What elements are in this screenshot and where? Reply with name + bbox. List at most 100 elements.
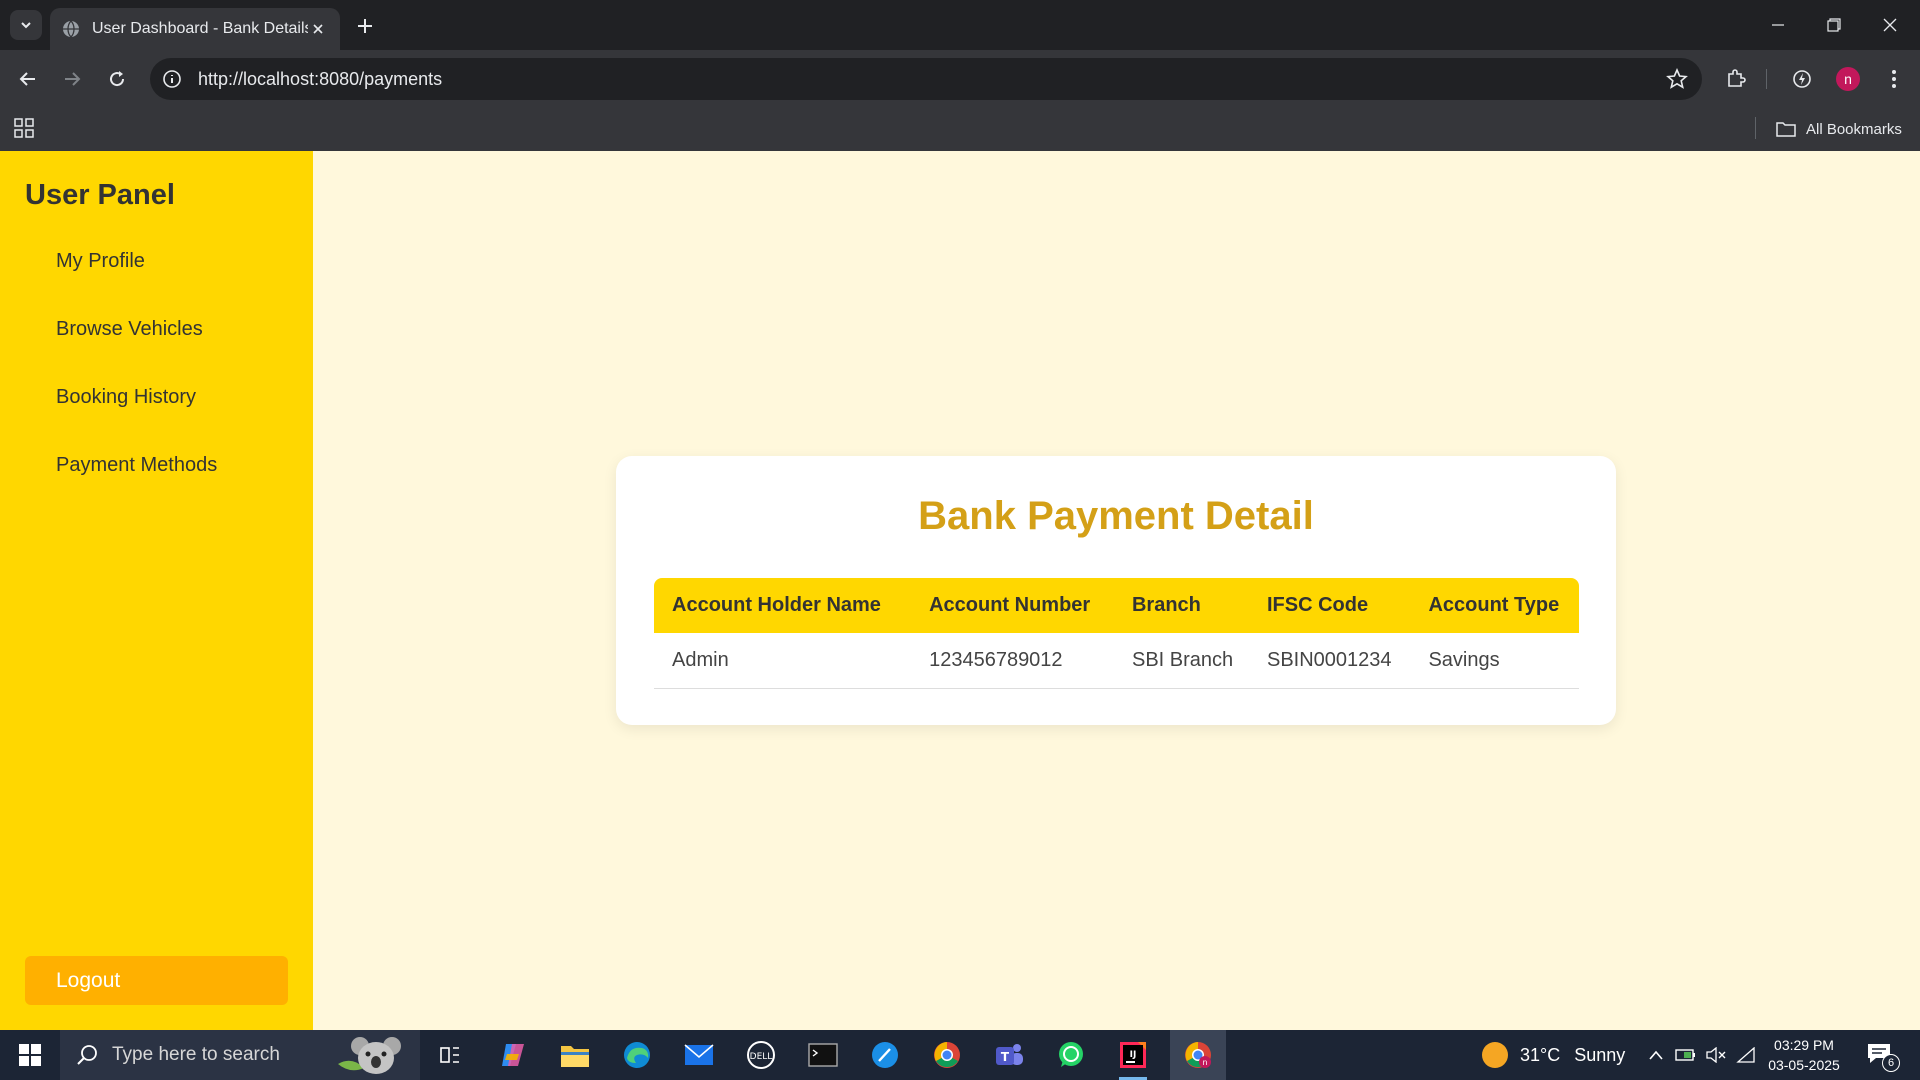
account-holder-cell: Admin <box>654 633 912 689</box>
account-number-cell: 123456789012 <box>911 633 1114 689</box>
info-icon[interactable] <box>162 69 182 89</box>
all-bookmarks-button[interactable]: All Bookmarks <box>1776 114 1902 144</box>
dell-icon: DELL <box>747 1041 775 1069</box>
chrome-profile-icon: n <box>1185 1042 1211 1068</box>
mail-icon <box>684 1044 714 1065</box>
teams-icon: T <box>996 1044 1023 1065</box>
back-button[interactable] <box>12 63 44 95</box>
toolbar-divider <box>1766 69 1767 89</box>
reload-icon <box>110 71 125 87</box>
extensions-button[interactable] <box>1720 63 1752 95</box>
panel-title: User Panel <box>25 179 175 211</box>
bank-details-table: Account Holder Name Account Number Branc… <box>654 578 1579 689</box>
page-title: Bank Payment Detail <box>918 494 1314 538</box>
performance-button[interactable] <box>1786 63 1818 95</box>
svg-text:IJ: IJ <box>1130 1050 1137 1060</box>
tab-close-icon[interactable] <box>308 19 328 39</box>
bookmarks-bar: All Bookmarks <box>0 108 1920 151</box>
wifi-icon <box>1736 1047 1755 1063</box>
sidebar-item-booking-history[interactable]: Booking History <box>56 386 196 409</box>
table-header-row: Account Holder Name Account Number Branc… <box>654 578 1579 633</box>
new-tab-button[interactable] <box>352 13 378 39</box>
taskbar-intellij[interactable]: IJ <box>1113 1035 1153 1080</box>
weather-widget[interactable]: 31°C Sunny <box>1482 1030 1625 1080</box>
taskbar-dell[interactable]: DELL <box>741 1035 781 1075</box>
chrome-icon <box>934 1042 960 1068</box>
taskbar-chrome-profile[interactable]: n <box>1170 1030 1226 1080</box>
branch-cell: SBI Branch <box>1113 633 1249 689</box>
search-icon <box>77 1045 97 1065</box>
chevron-up-icon <box>1649 1050 1663 1060</box>
battery-tray[interactable] <box>1674 1043 1698 1067</box>
taskbar-terminal[interactable] <box>803 1035 843 1075</box>
taskbar-file-explorer[interactable] <box>555 1035 595 1075</box>
restore-button[interactable] <box>1806 0 1862 50</box>
sidebar-item-payment-methods[interactable]: Payment Methods <box>56 454 217 477</box>
taskbar-whatsapp[interactable] <box>1051 1035 1091 1075</box>
arrow-left-icon <box>19 72 35 86</box>
folder-icon <box>1776 122 1796 137</box>
taskbar-copilot[interactable] <box>493 1035 533 1075</box>
clock-time: 03:29 PM <box>1774 1037 1834 1053</box>
taskbar-clock[interactable]: 03:29 PM 03-05-2025 <box>1762 1035 1846 1075</box>
task-view-button[interactable] <box>430 1035 470 1075</box>
start-button[interactable] <box>0 1030 60 1080</box>
address-bar[interactable]: http://localhost:8080/payments <box>150 58 1702 100</box>
weather-temp: 31°C <box>1520 1044 1561 1065</box>
plus-icon <box>358 19 372 33</box>
terminal-icon <box>808 1043 838 1067</box>
all-bookmarks-label: All Bookmarks <box>1806 120 1902 138</box>
notifications-button[interactable]: 6 <box>1866 1042 1900 1072</box>
taskbar-teams[interactable]: T <box>989 1035 1029 1075</box>
menu-button[interactable] <box>1878 63 1910 95</box>
restore-icon <box>1827 18 1841 32</box>
koala-search-highlight-icon <box>338 1037 401 1074</box>
taskbar-edge[interactable] <box>617 1035 657 1075</box>
search-placeholder: Type here to search <box>112 1044 280 1065</box>
profile-button[interactable]: n <box>1832 63 1864 95</box>
logout-button[interactable]: Logout <box>25 956 288 1005</box>
taskbar: Type here to search DELL T IJ n 31°C Sun… <box>0 1030 1920 1080</box>
account-type-cell: Savings <box>1410 633 1579 689</box>
sidebar-item-my-profile[interactable]: My Profile <box>56 250 145 273</box>
taskbar-speedtest[interactable] <box>865 1035 905 1075</box>
taskbar-chrome[interactable] <box>927 1035 967 1075</box>
sidebar-item-browse-vehicles[interactable]: Browse Vehicles <box>56 318 203 341</box>
bank-detail-card: Bank Payment Detail Account Holder Name … <box>616 456 1616 725</box>
puzzle-icon <box>1728 69 1746 87</box>
reload-button[interactable] <box>101 63 133 95</box>
tab-search-button[interactable] <box>10 10 42 40</box>
browser-tab-active[interactable]: User Dashboard - Bank Details <box>50 8 340 50</box>
task-view-icon <box>440 1047 459 1063</box>
svg-text:T: T <box>1001 1050 1010 1064</box>
speed-icon <box>1793 70 1811 88</box>
forward-button[interactable] <box>56 63 88 95</box>
chevron-down-icon <box>21 22 31 29</box>
volume-tray[interactable] <box>1704 1043 1728 1067</box>
battery-icon <box>1675 1049 1695 1061</box>
column-header: Branch <box>1131 594 1201 616</box>
show-hidden-icons-button[interactable] <box>1644 1043 1668 1067</box>
table-row: Admin 123456789012 SBI Branch SBIN000123… <box>654 633 1579 689</box>
browser-toolbar: http://localhost:8080/payments n <box>0 50 1920 108</box>
column-header: Account Number <box>929 594 1091 616</box>
notification-count-badge: 6 <box>1882 1054 1900 1072</box>
windows-icon <box>19 1044 41 1066</box>
intellij-icon: IJ <box>1120 1042 1146 1068</box>
minimize-button[interactable] <box>1750 0 1806 50</box>
taskbar-mail[interactable] <box>679 1035 719 1075</box>
browser-tab-bar: User Dashboard - Bank Details <box>0 0 1920 50</box>
column-header: Account Holder Name <box>672 594 881 616</box>
globe-icon <box>63 20 79 38</box>
bookmark-star-icon[interactable] <box>1666 67 1688 95</box>
network-tray[interactable] <box>1734 1043 1758 1067</box>
close-window-button[interactable] <box>1862 0 1918 50</box>
gauge-icon <box>872 1042 898 1068</box>
apps-grid-icon[interactable] <box>14 118 34 143</box>
edge-icon <box>624 1042 650 1068</box>
url-text[interactable]: http://localhost:8080/payments <box>198 69 442 90</box>
sun-icon <box>1482 1042 1508 1068</box>
volume-muted-icon <box>1706 1047 1726 1063</box>
taskbar-search[interactable]: Type here to search <box>60 1030 420 1080</box>
whatsapp-icon <box>1059 1042 1083 1067</box>
